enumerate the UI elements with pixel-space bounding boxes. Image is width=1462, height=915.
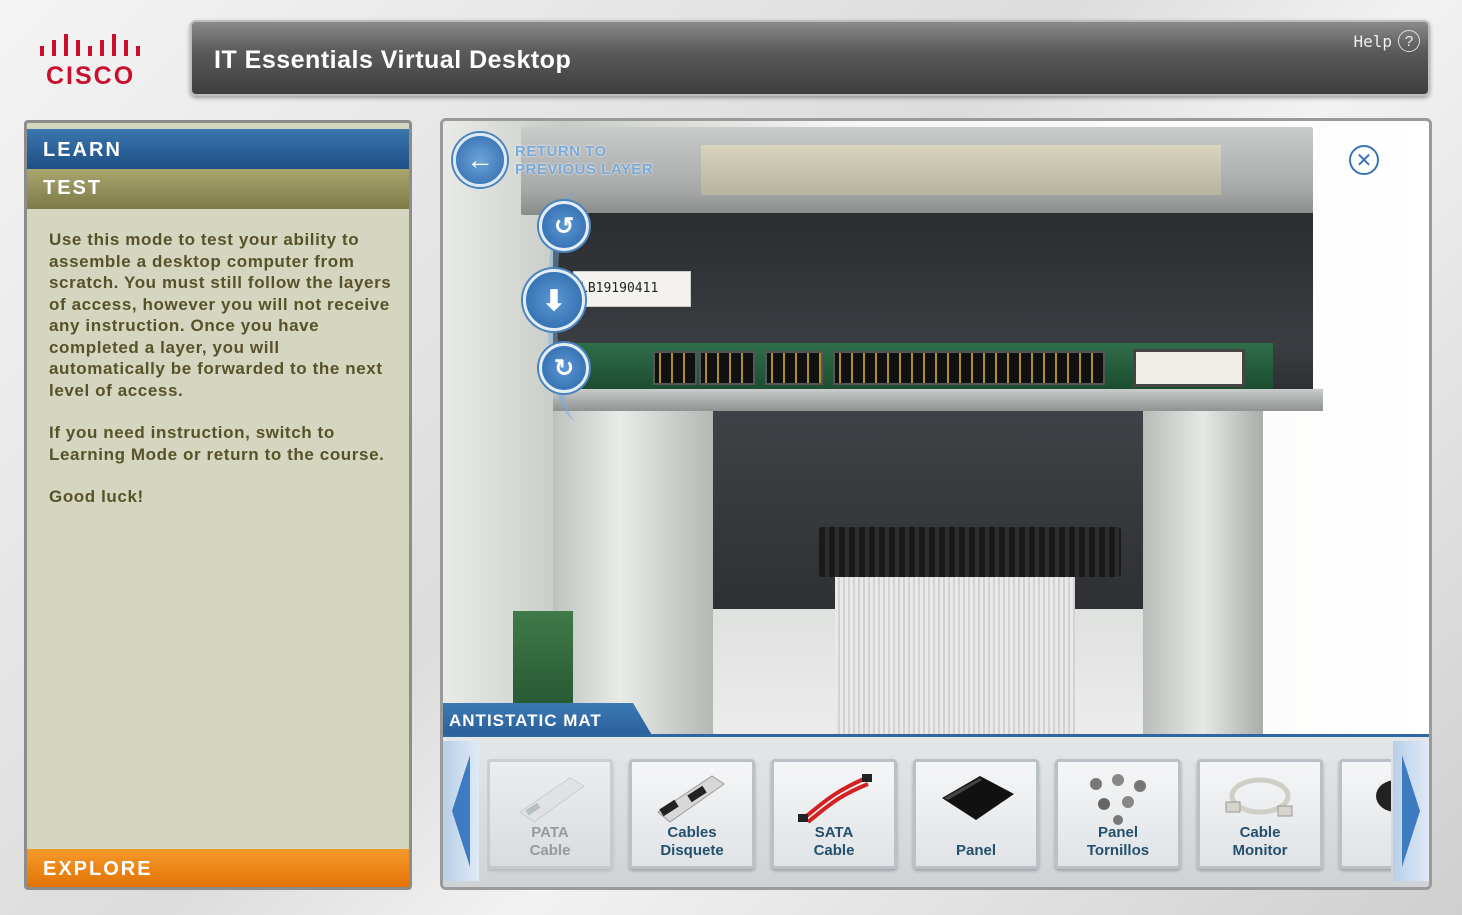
keyboard-icon <box>1376 780 1391 812</box>
parts-list: PATA Cable Cables Disquete SATA Cable Pa… <box>487 743 1391 883</box>
part-label-line1: Panel <box>1097 824 1139 841</box>
3d-scene[interactable]: LB19190411 ← RETURN TO PREVIOUS LAYER ✕ … <box>443 121 1429 737</box>
molex-power-connector[interactable] <box>1133 349 1245 387</box>
part-label-line2: Tornillos <box>1086 842 1150 859</box>
drive-top-label <box>701 145 1221 195</box>
title-bar: IT Essentials Virtual Desktop Help ? <box>190 20 1430 96</box>
part-label-line2: Cable <box>529 842 571 859</box>
arrow-left-icon <box>452 755 470 867</box>
cisco-logo: CISCO <box>30 26 160 96</box>
part-label-line1: SATA <box>814 824 854 841</box>
tray-scroll-left[interactable] <box>443 741 479 881</box>
part-label-line1: Cables <box>667 824 717 841</box>
help-button[interactable]: Help ? <box>1353 30 1420 52</box>
part-label: PATA Cable <box>490 824 610 860</box>
part-label: Panel <box>916 842 1036 860</box>
case-bay-left-wall <box>553 401 723 737</box>
part-pata-cable[interactable]: PATA Cable <box>487 759 613 869</box>
part-label-line2: Disquete <box>660 842 724 859</box>
part-label-line2: Monitor <box>1232 842 1288 859</box>
tab-learn[interactable]: LEARN <box>27 129 409 169</box>
view-down-icon[interactable]: ⬇ <box>523 269 585 331</box>
tab-test[interactable]: TEST <box>27 169 409 209</box>
optical-drive-bottom <box>553 389 1323 411</box>
cisco-wordmark: CISCO <box>46 62 136 90</box>
return-to-previous-layer[interactable]: RETURN TO PREVIOUS LAYER <box>515 143 653 179</box>
part-label-line1: Cable <box>1239 824 1281 841</box>
audio-pins <box>699 351 755 385</box>
ribbon-cable-connector[interactable] <box>819 527 1121 577</box>
description-paragraph: Good luck! <box>49 487 144 506</box>
close-icon[interactable]: ✕ <box>1349 145 1379 175</box>
part-label-line2: Panel <box>955 842 997 859</box>
sata-cable-icon <box>798 774 872 824</box>
aux-pins <box>765 351 823 385</box>
part-panel[interactable]: Panel <box>913 759 1039 869</box>
pata-cable-icon <box>519 777 585 823</box>
app-title: IT Essentials Virtual Desktop <box>214 46 572 74</box>
description-paragraph: Use this mode to test your ability to as… <box>49 230 392 400</box>
part-label-line2: Te <box>1342 842 1391 860</box>
panel-icon <box>942 776 1014 820</box>
part-label: Cable Monitor <box>1200 824 1320 860</box>
return-label-line1: RETURN TO <box>515 143 607 160</box>
mode-panel: LEARN TEST Use this mode to test your ab… <box>24 120 412 890</box>
tab-explore[interactable]: EXPLORE <box>27 849 409 887</box>
rotate-right-icon[interactable]: ↻ <box>539 343 589 393</box>
part-keyboard[interactable]: Te <box>1339 759 1391 869</box>
part-label-line2: Cable <box>813 842 855 859</box>
arrow-right-icon <box>1402 755 1420 867</box>
screws-icon <box>1090 774 1146 825</box>
jumper-pins <box>653 351 697 385</box>
return-arrow-icon[interactable]: ← <box>453 133 507 187</box>
part-label: Panel Tornillos <box>1058 824 1178 860</box>
ribbon-cable <box>835 577 1075 737</box>
virtual-desktop-viewer: LB19190411 ← RETURN TO PREVIOUS LAYER ✕ … <box>440 118 1432 890</box>
parts-tray: PATA Cable Cables Disquete SATA Cable Pa… <box>443 737 1429 887</box>
part-label: SATA Cable <box>774 824 894 860</box>
description-paragraph: If you need instruction, switch to Learn… <box>49 423 385 464</box>
part-label: Te <box>1342 842 1391 860</box>
ide-connector[interactable] <box>833 351 1105 385</box>
part-floppy-cables[interactable]: Cables Disquete <box>629 759 755 869</box>
part-panel-screws[interactable]: Panel Tornillos <box>1055 759 1181 869</box>
help-label: Help <box>1353 31 1392 51</box>
case-bay-right-wall <box>1143 401 1263 737</box>
monitor-cable-icon <box>1225 777 1293 817</box>
rotate-left-icon[interactable]: ↺ <box>539 201 589 251</box>
part-monitor-cable[interactable]: Cable Monitor <box>1197 759 1323 869</box>
tray-label: ANTISTATIC MAT <box>443 703 653 737</box>
part-label-line1: PATA <box>531 824 569 841</box>
mode-description: Use this mode to test your ability to as… <box>49 229 399 529</box>
tray-scroll-right[interactable] <box>1393 741 1429 881</box>
help-icon: ? <box>1398 30 1420 52</box>
return-label-line2: PREVIOUS LAYER <box>515 161 654 178</box>
floppy-cable-icon <box>657 775 725 823</box>
part-sata-cable[interactable]: SATA Cable <box>771 759 897 869</box>
part-label: Cables Disquete <box>632 824 752 860</box>
cisco-bars-icon <box>40 34 140 56</box>
